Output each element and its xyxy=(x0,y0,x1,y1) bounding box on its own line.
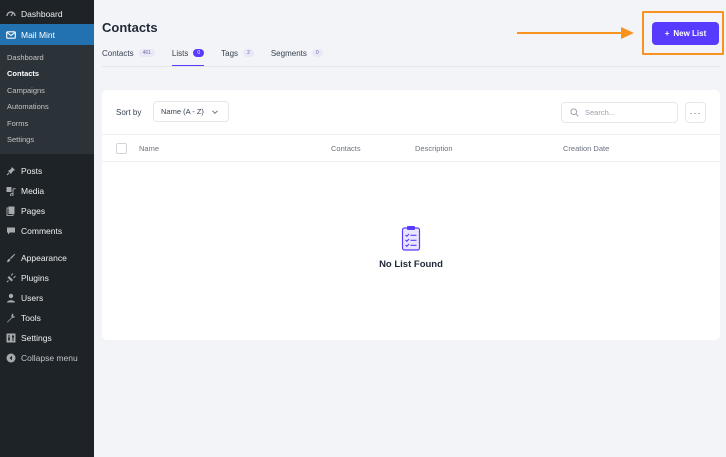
gauge-icon xyxy=(6,9,16,19)
search-input[interactable] xyxy=(585,108,670,117)
comment-icon xyxy=(6,226,16,236)
sidebar-item-label: Plugins xyxy=(21,273,49,283)
clipboard-list-icon xyxy=(401,226,421,251)
tab-label: Segments xyxy=(270,48,307,58)
sidebar-item-label: Pages xyxy=(21,206,46,216)
column-name[interactable]: Name xyxy=(139,144,159,153)
plus-icon: + xyxy=(664,29,670,38)
submenu-automations[interactable]: Automations xyxy=(0,99,94,116)
count-badge: 0 xyxy=(193,49,205,57)
tab-label: Lists xyxy=(171,48,189,58)
submenu-dashboard[interactable]: Dashboard xyxy=(0,49,94,66)
tab-lists[interactable]: Lists 0 xyxy=(171,45,205,66)
tab-segments[interactable]: Segments 0 xyxy=(271,45,323,61)
table-header: Name Contacts Description Creation Date xyxy=(102,134,720,162)
sidebar-item-plugins[interactable]: Plugins xyxy=(0,268,94,288)
mail-icon xyxy=(6,30,16,40)
sidebar-item-comments[interactable]: Comments xyxy=(0,221,94,241)
new-list-label: New List xyxy=(673,29,707,38)
submenu-settings[interactable]: Settings xyxy=(0,132,94,149)
sort-label: Sort by xyxy=(116,108,142,117)
sidebar-item-label: Collapse menu xyxy=(21,353,78,363)
sidebar-item-settings[interactable]: Settings xyxy=(0,328,94,348)
collapse-icon xyxy=(6,353,16,363)
sidebar-item-appearance[interactable]: Appearance xyxy=(0,248,94,268)
pin-icon xyxy=(6,166,16,176)
tab-contacts[interactable]: Contacts 461 xyxy=(102,45,155,61)
contact-tabs: Contacts 461 Lists 0 Tags 2 Segments 0 xyxy=(102,45,323,66)
sidebar-item-label: Posts xyxy=(21,166,43,176)
tab-label: Tags xyxy=(221,48,239,58)
sidebar-item-users[interactable]: Users xyxy=(0,288,94,308)
sidebar-item-posts[interactable]: Posts xyxy=(0,161,94,181)
lists-card: Sort by Name (A - Z) ··· Name Contacts D… xyxy=(102,90,720,340)
sidebar-item-tools[interactable]: Tools xyxy=(0,308,94,328)
tab-tags[interactable]: Tags 2 xyxy=(221,45,254,61)
sidebar-item-label: Media xyxy=(21,186,45,196)
sidebar-item-dashboard[interactable]: Dashboard xyxy=(0,4,94,24)
chevron-down-icon xyxy=(212,109,218,114)
sidebar-item-label: Mail Mint xyxy=(21,29,56,40)
sidebar-item-label: Users xyxy=(21,293,44,303)
submenu-contacts[interactable]: Contacts xyxy=(0,66,94,83)
sidebar-item-label: Tools xyxy=(21,313,41,323)
plug-icon xyxy=(6,273,16,283)
media-icon xyxy=(6,186,16,196)
tab-label: Contacts xyxy=(102,48,134,58)
sidebar-item-media[interactable]: Media xyxy=(0,181,94,201)
sidebar-item-label: Dashboard xyxy=(21,9,63,19)
sliders-icon xyxy=(6,333,16,343)
column-contacts: Contacts xyxy=(331,144,361,153)
count-badge: 0 xyxy=(311,49,323,57)
mail-mint-submenu: Dashboard Contacts Campaigns Automations… xyxy=(0,45,94,154)
sidebar-item-mail-mint[interactable]: Mail Mint xyxy=(0,24,94,45)
tabs-divider xyxy=(102,66,720,67)
empty-message: No List Found xyxy=(379,259,443,270)
new-list-button[interactable]: + New List xyxy=(652,22,719,45)
wrench-icon xyxy=(6,313,16,323)
search-box[interactable] xyxy=(561,102,678,123)
sidebar-item-label: Comments xyxy=(21,226,63,236)
sidebar-item-pages[interactable]: Pages xyxy=(0,201,94,221)
sidebar-item-label: Settings xyxy=(21,333,52,343)
brush-icon xyxy=(6,253,16,263)
submenu-forms[interactable]: Forms xyxy=(0,115,94,132)
sort-select[interactable]: Name (A - Z) xyxy=(153,101,229,122)
submenu-campaigns[interactable]: Campaigns xyxy=(0,82,94,99)
count-badge: 461 xyxy=(138,49,155,57)
sidebar-collapse-menu[interactable]: Collapse menu xyxy=(0,348,94,368)
admin-sidebar: Dashboard Mail Mint Dashboard Contacts C… xyxy=(0,0,94,457)
column-description: Description xyxy=(415,144,453,153)
select-all-checkbox[interactable] xyxy=(116,143,127,154)
empty-state: No List Found xyxy=(102,225,720,270)
page-title: Contacts xyxy=(102,20,158,35)
sidebar-item-label: Appearance xyxy=(21,253,67,263)
user-icon xyxy=(6,293,16,303)
search-icon xyxy=(570,108,579,117)
annotation-arrow xyxy=(517,27,634,39)
main-content: Contacts Contacts 461 Lists 0 Tags 2 Seg… xyxy=(94,0,726,457)
sort-value: Name (A - Z) xyxy=(161,107,204,116)
column-creation-date: Creation Date xyxy=(563,144,610,153)
more-options-button[interactable]: ··· xyxy=(685,102,706,123)
count-badge: 2 xyxy=(243,49,254,57)
pages-icon xyxy=(6,206,16,216)
